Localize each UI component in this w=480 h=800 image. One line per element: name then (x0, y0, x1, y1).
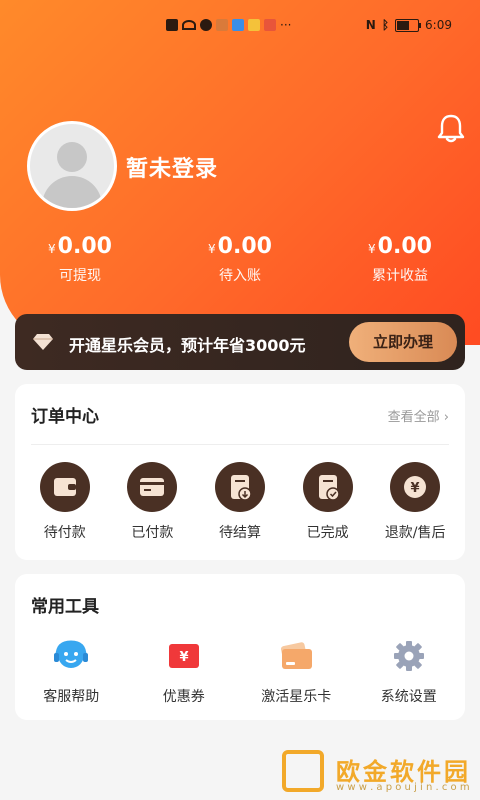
common-tools-card: 常用工具 客服帮助 ¥ 优惠券 激活星乐卡 系统设置 (15, 574, 465, 720)
document-check-icon (302, 462, 353, 512)
common-tools-title: 常用工具 (31, 597, 99, 617)
order-refund-aftersale[interactable]: ¥ 退款/售后 (372, 462, 458, 542)
order-pending-payment[interactable]: 待付款 (22, 462, 108, 542)
order-status-row: 待付款 已付款 待结算 已完成 ¥ 退款/售后 (15, 462, 465, 542)
status-bar: ··· N ᛒ 6:09 (0, 18, 480, 38)
view-all-orders-link[interactable]: 查看全部 › (388, 406, 449, 425)
battery-icon (395, 18, 422, 32)
stat-total-earnings[interactable]: ¥0.00 累计收益 (320, 234, 480, 285)
watermark: 欧金软件园 w w w . a p o u j i n . c o m (280, 750, 480, 800)
yuan-refund-icon: ¥ (390, 462, 441, 512)
coupon-icon: ¥ (164, 636, 204, 676)
more-icon: ··· (280, 18, 292, 32)
order-paid[interactable]: 已付款 (109, 462, 195, 542)
divider (31, 444, 449, 445)
battery-fill (397, 20, 410, 30)
tool-customer-service[interactable]: 客服帮助 (21, 636, 121, 706)
gear-icon (389, 636, 429, 676)
tool-coupon[interactable]: ¥ 优惠券 (134, 636, 234, 706)
cloud-icon (232, 19, 244, 31)
chevron-right-icon: › (443, 410, 449, 425)
document-download-icon (214, 462, 265, 512)
watermark-logo (282, 750, 324, 792)
svg-text:¥: ¥ (411, 481, 420, 496)
order-pending-settlement[interactable]: 待结算 (197, 462, 283, 542)
tool-system-settings[interactable]: 系统设置 (359, 636, 459, 706)
app-icon (248, 19, 260, 31)
diamond-icon (33, 334, 53, 350)
currency-symbol: ¥ (208, 242, 216, 256)
system-status: N ᛒ 6:09 (366, 18, 452, 32)
tools-row: 客服帮助 ¥ 优惠券 激活星乐卡 系统设置 (15, 636, 465, 706)
customer-service-icon (51, 636, 91, 676)
wechat-icon (200, 19, 212, 31)
tool-label: 系统设置 (380, 689, 437, 705)
nfc-icon: N (365, 18, 376, 32)
login-status[interactable]: 暂未登录 (126, 151, 218, 183)
stat-label: 待入账 (219, 268, 261, 284)
vip-banner: 开通星乐会员，预计年省3000元 立即办理 (15, 314, 465, 370)
tool-label: 客服帮助 (43, 689, 100, 705)
currency-symbol: ¥ (48, 242, 56, 256)
avatar[interactable] (27, 121, 117, 211)
order-label: 待付款 (43, 525, 86, 541)
svg-text:¥: ¥ (179, 650, 188, 665)
notification-icons: ··· (166, 18, 291, 32)
avatar-body (42, 176, 102, 208)
stat-label: 可提现 (59, 268, 101, 284)
tool-label: 优惠券 (162, 689, 205, 705)
stat-value: 0.00 (217, 234, 272, 259)
tool-label: 激活星乐卡 (261, 689, 332, 705)
member-card-icon (276, 636, 316, 676)
avatar-head (57, 142, 87, 172)
order-label: 退款/售后 (384, 525, 446, 541)
bluetooth-icon: ᛒ (381, 18, 390, 32)
stat-label: 累计收益 (372, 268, 428, 284)
vip-promo-text: 开通星乐会员，预计年省3000元 (69, 336, 306, 355)
order-label: 已付款 (131, 525, 174, 541)
currency-symbol: ¥ (368, 242, 376, 256)
view-all-label: 查看全部 (387, 410, 440, 425)
order-label: 已完成 (306, 525, 349, 541)
app-icon (216, 19, 228, 31)
app-icon (264, 19, 276, 31)
order-center-card: 订单中心 查看全部 › 待付款 已付款 待结算 已完成 ¥ 退款/售后 (15, 384, 465, 560)
order-center-title: 订单中心 (31, 407, 99, 427)
stat-pending[interactable]: ¥0.00 待入账 (160, 234, 320, 285)
stat-withdrawable[interactable]: ¥0.00 可提现 (0, 234, 160, 285)
bell-icon[interactable] (437, 113, 465, 143)
watermark-url: w w w . a p o u j i n . c o m (336, 782, 470, 793)
order-label: 待结算 (218, 525, 261, 541)
earnings-stats: ¥0.00 可提现 ¥0.00 待入账 ¥0.00 累计收益 (0, 234, 480, 285)
wifi-icon (182, 20, 196, 30)
clock: 6:09 (425, 18, 452, 32)
order-completed[interactable]: 已完成 (285, 462, 371, 542)
vip-apply-button[interactable]: 立即办理 (349, 322, 457, 362)
stat-value: 0.00 (57, 234, 112, 259)
card-icon (127, 462, 178, 512)
alert-icon (166, 19, 178, 31)
wallet-icon (39, 462, 90, 512)
tool-activate-card[interactable]: 激活星乐卡 (246, 636, 346, 706)
stat-value: 0.00 (377, 234, 432, 259)
